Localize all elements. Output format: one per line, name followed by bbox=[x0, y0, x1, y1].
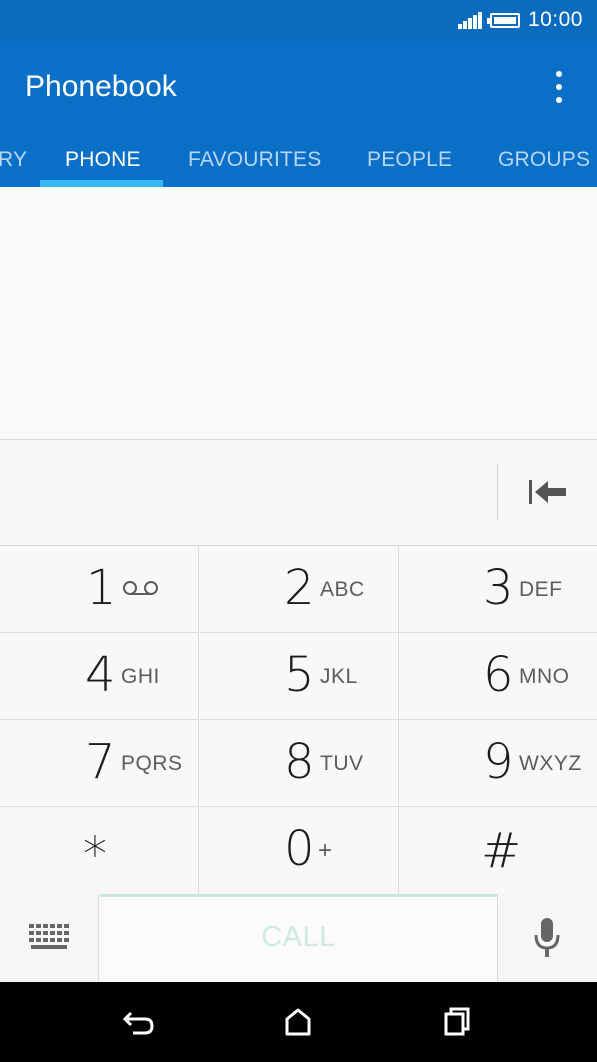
home-icon[interactable] bbox=[278, 1004, 318, 1040]
action-row: CALL bbox=[0, 894, 597, 982]
key-1[interactable]: 1 bbox=[0, 546, 199, 633]
system-nav-bar bbox=[0, 982, 597, 1062]
tab-bar: RY PHONE FAVOURITES PEOPLE GROUPS bbox=[0, 141, 597, 187]
key-letters: TUV bbox=[320, 752, 364, 775]
key-digit: 8 bbox=[284, 734, 315, 790]
key-digit: 7 bbox=[85, 734, 116, 790]
key-2[interactable]: 2 ABC bbox=[200, 546, 399, 633]
key-9[interactable]: 9 WXYZ bbox=[399, 720, 597, 807]
key-letters: + bbox=[318, 837, 333, 864]
app-bar: Phonebook RY PHONE FAVOURITES PEOPLE GRO… bbox=[0, 41, 597, 187]
dial-pad: 1 2 ABC 3 DEF 4 GHI 5 JKL 6 MNO 7 PQRS 8… bbox=[0, 546, 597, 894]
voicemail-icon bbox=[123, 581, 158, 595]
more-vert-icon[interactable] bbox=[551, 71, 567, 107]
key-letters: JKL bbox=[320, 665, 358, 688]
key-letters: PQRS bbox=[121, 752, 183, 775]
key-digit: 1 bbox=[86, 560, 117, 616]
keyboard-icon bbox=[29, 924, 69, 949]
key-star[interactable]: * bbox=[0, 807, 199, 894]
call-label: CALL bbox=[261, 921, 336, 953]
back-icon[interactable] bbox=[119, 1004, 159, 1040]
key-digit: 3 bbox=[483, 560, 514, 616]
number-entry-field[interactable] bbox=[0, 440, 597, 546]
call-button[interactable]: CALL bbox=[100, 894, 498, 982]
status-time: 10:00 bbox=[527, 8, 583, 31]
divider bbox=[497, 464, 498, 520]
key-letters: DEF bbox=[519, 578, 563, 601]
tab-favourites[interactable]: FAVOURITES bbox=[188, 148, 321, 172]
recents-icon[interactable] bbox=[437, 1004, 477, 1040]
results-area bbox=[0, 187, 597, 440]
tab-people[interactable]: PEOPLE bbox=[367, 148, 452, 172]
key-letters: MNO bbox=[519, 665, 570, 688]
battery-icon bbox=[486, 12, 520, 28]
tab-history[interactable]: RY bbox=[0, 148, 27, 172]
key-digit: 2 bbox=[284, 560, 315, 616]
key-letters: GHI bbox=[121, 665, 160, 688]
key-hash[interactable]: # bbox=[399, 807, 597, 894]
key-digit: 9 bbox=[483, 734, 514, 790]
key-digit: 4 bbox=[85, 647, 116, 703]
tab-indicator bbox=[40, 180, 163, 187]
status-bar: 10:00 bbox=[0, 0, 597, 41]
voice-input-button[interactable] bbox=[499, 894, 597, 982]
key-digit: 0 bbox=[284, 821, 315, 877]
page-title: Phonebook bbox=[25, 70, 177, 103]
key-6[interactable]: 6 MNO bbox=[399, 633, 597, 720]
key-digit: 6 bbox=[483, 647, 514, 703]
key-letters: WXYZ bbox=[519, 752, 582, 775]
keyboard-toggle-button[interactable] bbox=[0, 894, 99, 982]
key-letters: ABC bbox=[320, 578, 365, 601]
signal-icon bbox=[457, 11, 482, 29]
key-digit: # bbox=[481, 823, 522, 879]
tab-groups[interactable]: GROUPS bbox=[498, 148, 590, 172]
key-3[interactable]: 3 DEF bbox=[399, 546, 597, 633]
key-digit: * bbox=[83, 827, 107, 883]
mic-icon bbox=[534, 918, 560, 957]
key-8[interactable]: 8 TUV bbox=[200, 720, 399, 807]
tab-phone[interactable]: PHONE bbox=[65, 148, 141, 172]
key-5[interactable]: 5 JKL bbox=[200, 633, 399, 720]
key-7[interactable]: 7 PQRS bbox=[0, 720, 199, 807]
key-digit: 5 bbox=[284, 647, 315, 703]
backspace-icon[interactable] bbox=[524, 476, 570, 508]
key-4[interactable]: 4 GHI bbox=[0, 633, 199, 720]
key-0[interactable]: 0 + bbox=[200, 807, 399, 894]
